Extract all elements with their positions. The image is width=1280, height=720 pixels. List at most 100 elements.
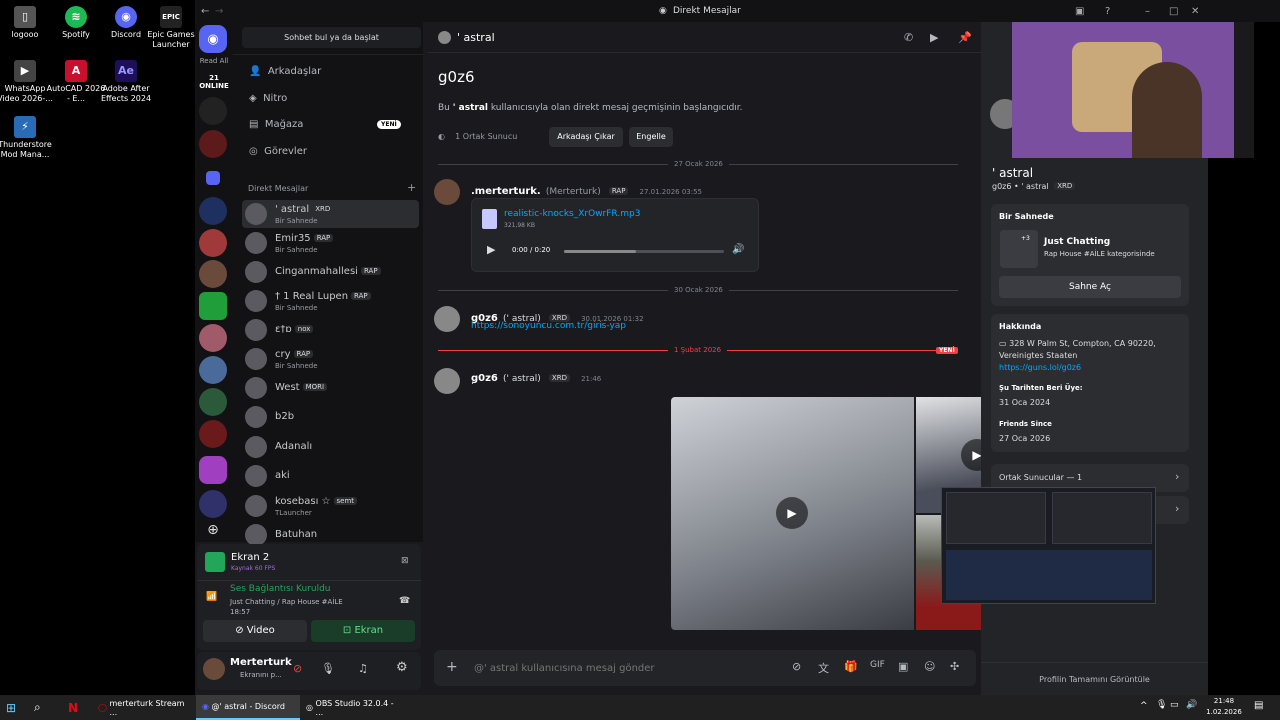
- server-icon[interactable]: [199, 324, 227, 352]
- dm-item[interactable]: ' astral XRD Bir Sahnede: [242, 200, 419, 228]
- server-icon[interactable]: [199, 456, 227, 484]
- dm-item[interactable]: West MORI: [242, 374, 419, 402]
- dm-item[interactable]: ɛ†ɒ nox: [242, 316, 419, 344]
- forward-arrow-icon[interactable]: →: [215, 6, 223, 17]
- video-call-icon[interactable]: ▶: [930, 31, 938, 44]
- maximize-icon[interactable]: □: [1169, 6, 1178, 17]
- tray-chevron-icon[interactable]: ^: [1140, 701, 1148, 711]
- disconnect-icon[interactable]: ☎: [399, 596, 410, 606]
- emoji-icon[interactable]: ☺: [924, 660, 935, 673]
- remove-friend-button[interactable]: Arkadaşı Çıkar: [549, 127, 623, 147]
- clock[interactable]: 21:48 1.02.2026: [1202, 696, 1246, 718]
- add-attachment-icon[interactable]: +: [446, 659, 458, 675]
- apps-icon[interactable]: ✣: [950, 660, 959, 673]
- dm-item[interactable]: † 1 Real Lupen RAP Bir Sahnede: [242, 287, 419, 315]
- user-name[interactable]: Merterturk: [230, 657, 292, 668]
- headphones-icon[interactable]: ♫: [358, 662, 368, 675]
- server-icon[interactable]: [199, 388, 227, 416]
- nav-nitro[interactable]: ◈ Nitro: [249, 93, 287, 104]
- server-icon[interactable]: [199, 420, 227, 448]
- nav-shop[interactable]: ▤ Mağaza: [249, 119, 303, 130]
- message-link[interactable]: https://sonoyuncu.com.tr/giris-yap: [471, 321, 626, 331]
- desktop-icon-thunderstore[interactable]: ⚡ Thunderstore Mod Mana...: [0, 116, 55, 160]
- avatar[interactable]: [434, 368, 460, 394]
- nav-quests[interactable]: ◎ Görevler: [249, 146, 307, 157]
- pin-icon[interactable]: 📌: [958, 31, 972, 44]
- netflix-icon[interactable]: N: [62, 695, 92, 720]
- call-icon[interactable]: ✆: [904, 31, 913, 44]
- help-icon[interactable]: ?: [1105, 6, 1110, 17]
- notification-icon[interactable]: ▤: [1254, 700, 1263, 711]
- server-icon[interactable]: [199, 260, 227, 288]
- video-button[interactable]: ⊘ Video: [203, 620, 307, 642]
- add-dm-icon[interactable]: +: [407, 181, 416, 194]
- server-icon[interactable]: [199, 356, 227, 384]
- play-icon[interactable]: ▶: [776, 497, 808, 529]
- file-name[interactable]: realistic-knocks_XrOwrFR.mp3: [504, 209, 640, 219]
- clan-tag: RAP: [608, 187, 629, 195]
- read-all-label[interactable]: Read All: [195, 57, 233, 65]
- voice-channel[interactable]: Just Chatting / Rap House #AİLE: [230, 598, 343, 606]
- avatar[interactable]: [434, 179, 460, 205]
- folder-icon[interactable]: [206, 171, 220, 185]
- dm-item[interactable]: aki: [242, 462, 419, 490]
- play-icon[interactable]: ▶: [487, 243, 495, 256]
- back-arrow-icon[interactable]: ←: [201, 6, 209, 17]
- translate-icon[interactable]: 文: [818, 660, 829, 676]
- gift-icon[interactable]: 🎁: [844, 660, 858, 673]
- close-stream-icon[interactable]: ⊠: [401, 556, 409, 566]
- avatar[interactable]: [434, 306, 460, 332]
- dm-item[interactable]: Emir35 RAP Bir Sahnede: [242, 229, 419, 257]
- desktop-icon-epic[interactable]: EPIC Epic Games Launcher: [146, 6, 196, 50]
- microphone-icon[interactable]: 🎙: [321, 662, 335, 675]
- no-gift-icon[interactable]: ⊘: [792, 660, 801, 673]
- about-link[interactable]: https://guns.lol/g0z6: [999, 363, 1081, 372]
- obs-preview-thumbnail[interactable]: [941, 487, 1156, 604]
- close-icon[interactable]: ✕: [1191, 6, 1199, 17]
- windows-start-icon[interactable]: ⊞: [0, 695, 28, 720]
- nav-friends[interactable]: 👤 Arkadaşlar: [249, 66, 321, 77]
- search-icon[interactable]: ⌕: [28, 695, 62, 720]
- server-icon[interactable]: [199, 229, 227, 257]
- server-icon[interactable]: [199, 97, 227, 125]
- author-name[interactable]: .merterturk.: [471, 186, 541, 197]
- gif-icon[interactable]: GIF: [870, 660, 885, 670]
- volume-icon[interactable]: 🔊: [732, 244, 744, 255]
- dm-item[interactable]: b2b: [242, 403, 419, 431]
- author-name[interactable]: g0z6: [471, 373, 498, 384]
- chat-header-name[interactable]: ' astral: [457, 31, 495, 44]
- home-discord-icon[interactable]: ◉: [199, 25, 227, 53]
- taskbar-item-discord[interactable]: ◉ @' astral - Discord: [196, 695, 300, 720]
- network-icon[interactable]: ▭: [1170, 700, 1179, 710]
- server-icon[interactable]: [199, 197, 227, 225]
- server-icon[interactable]: [199, 130, 227, 158]
- sticker-icon[interactable]: ▣: [898, 660, 908, 673]
- voice-status[interactable]: Ses Bağlantısı Kuruldu: [230, 584, 330, 594]
- inbox-icon[interactable]: ▣: [1075, 6, 1084, 17]
- mutual-servers[interactable]: ◐ 1 Ortak Sunucu: [438, 132, 517, 141]
- audio-progress-track[interactable]: [564, 250, 724, 253]
- server-icon[interactable]: [199, 490, 227, 518]
- no-game-icon[interactable]: ⊘: [293, 662, 302, 675]
- avatar[interactable]: [203, 658, 225, 680]
- video-attachment[interactable]: ▶: [671, 397, 914, 630]
- dm-item[interactable]: Cinganmahallesi RAP: [242, 258, 419, 286]
- desktop-icon-after-effects[interactable]: Ae Adobe After Effects 2024: [96, 60, 156, 104]
- dm-item[interactable]: cry RAP Bir Sahnede: [242, 345, 419, 373]
- taskbar-item-obs[interactable]: ◎ OBS Studio 32.0.4 - ...: [300, 695, 404, 720]
- kick-server-icon[interactable]: [199, 292, 227, 320]
- gear-icon[interactable]: ⚙: [396, 660, 408, 675]
- minimize-icon[interactable]: –: [1145, 6, 1150, 17]
- dm-item[interactable]: kosebası ☆ semt TLauncher: [242, 492, 419, 520]
- microphone-icon[interactable]: 🎙: [1156, 700, 1167, 710]
- dm-item[interactable]: Adanalı: [242, 433, 419, 461]
- volume-icon[interactable]: 🔊: [1186, 700, 1197, 710]
- add-server-icon[interactable]: ⊕: [199, 522, 227, 542]
- taskbar-item-opera[interactable]: ◯ merterturk Stream ...: [92, 695, 196, 720]
- block-button[interactable]: Engelle: [629, 127, 673, 147]
- screen-share-button[interactable]: ⊡ Ekran: [311, 620, 415, 642]
- search-dm-button[interactable]: Sohbet bul ya da başlat: [242, 27, 421, 48]
- view-full-profile-button[interactable]: Profilin Tamamını Görüntüle: [981, 662, 1208, 695]
- message-input[interactable]: [474, 658, 774, 678]
- open-stage-button[interactable]: Sahne Aç: [999, 276, 1181, 298]
